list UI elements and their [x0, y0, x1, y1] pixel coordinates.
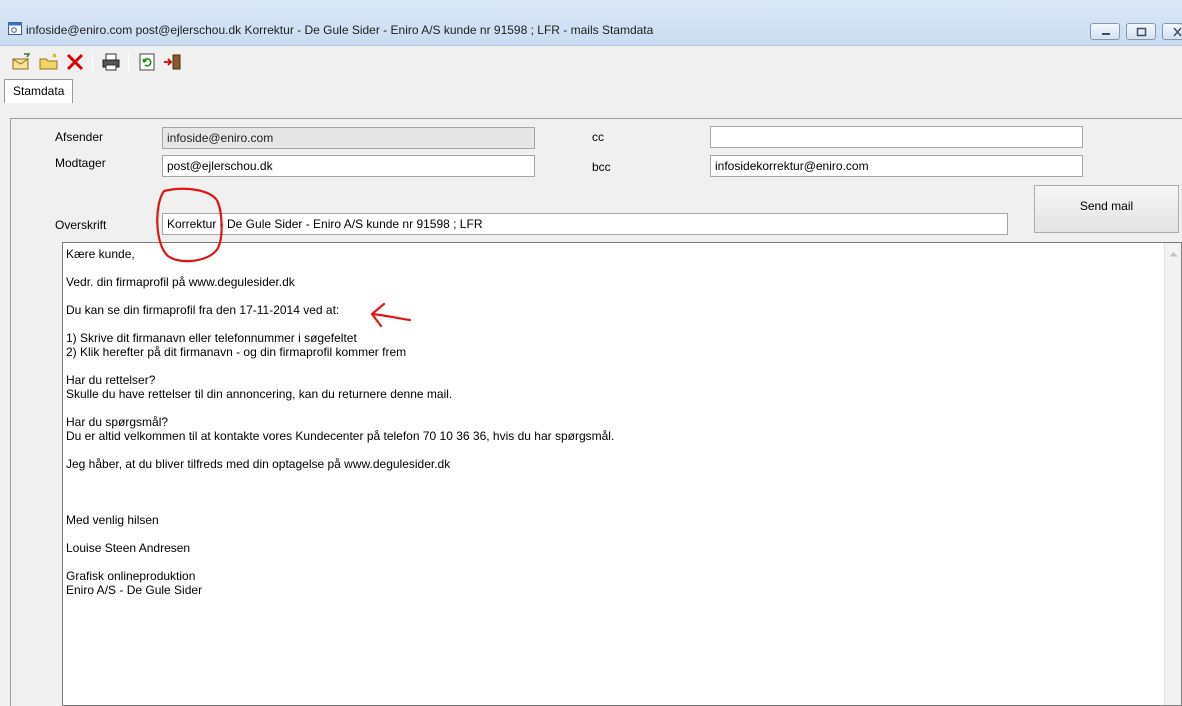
body-line: Skulle du have rettelser til din annonce…	[66, 387, 453, 401]
window-title: infoside@eniro.com post@ejlerschou.dk Ko…	[26, 23, 654, 37]
print-icon[interactable]	[100, 51, 122, 73]
refresh-icon[interactable]	[136, 51, 158, 73]
maximize-button[interactable]	[1126, 23, 1156, 40]
body-line	[66, 289, 614, 303]
vertical-scrollbar[interactable]	[1164, 243, 1181, 705]
afsender-label: Afsender	[55, 130, 104, 144]
mail-body-textarea[interactable]: Kære kunde, Vedr. din firmaprofil på www.…	[62, 242, 1182, 706]
close-icon	[1173, 27, 1182, 37]
body-line	[66, 471, 614, 485]
toolbar-separator	[92, 53, 93, 71]
bcc-field[interactable]: infosidekorrektur@eniro.com	[710, 155, 1083, 177]
close-button[interactable]	[1162, 23, 1182, 40]
body-line: Grafisk onlineproduktion	[66, 569, 196, 583]
body-line: 1) Skrive dit firmanavn eller telefonnum…	[66, 331, 357, 345]
body-line	[66, 527, 614, 541]
new-mail-icon[interactable]	[10, 51, 32, 73]
body-line: Du kan se din firmaprofil fra den 17-11-…	[66, 303, 340, 317]
body-line: Med venlig hilsen	[66, 513, 159, 527]
body-line: 2) Klik herefter på dit firmanavn - og d…	[66, 345, 407, 359]
scroll-up-arrow-icon[interactable]	[1169, 251, 1178, 257]
body-line: Jeg håber, at du bliver tilfreds med din…	[66, 457, 451, 471]
minimize-icon	[1102, 33, 1110, 35]
body-line: Har du spørgsmål?	[66, 415, 169, 429]
body-line: Louise Steen Andresen	[66, 541, 191, 555]
body-line	[66, 555, 614, 569]
cc-field[interactable]	[710, 126, 1083, 148]
delete-x-icon[interactable]	[64, 51, 86, 73]
body-line	[66, 443, 614, 457]
body-line	[66, 359, 614, 373]
body-line: Eniro A/S - De Gule Sider	[66, 583, 203, 597]
body-line	[66, 499, 614, 513]
send-mail-button[interactable]: Send mail	[1034, 185, 1179, 233]
tab-label: Stamdata	[13, 84, 65, 98]
maximize-icon	[1136, 27, 1147, 37]
overskrift-label: Overskrift	[55, 218, 107, 232]
mail-body-text: Kære kunde, Vedr. din firmaprofil på www.…	[66, 247, 614, 597]
minimize-button[interactable]	[1090, 23, 1120, 40]
bcc-label: bcc	[592, 160, 611, 174]
overskrift-field[interactable]: Korrektur - De Gule Sider - Eniro A/S ku…	[162, 213, 1008, 235]
body-line: Vedr. din firmaprofil på www.degulesider…	[66, 275, 295, 289]
body-line	[66, 261, 614, 275]
body-line: Du er altid velkommen til at kontakte vo…	[66, 429, 615, 443]
body-line	[66, 485, 614, 499]
title-bar: infoside@eniro.com post@ejlerschou.dk Ko…	[0, 0, 1182, 46]
body-line	[66, 401, 614, 415]
cc-label: cc	[592, 130, 604, 144]
body-line	[66, 317, 614, 331]
afsender-field[interactable]: infoside@eniro.com	[162, 127, 535, 149]
modtager-label: Modtager	[55, 156, 106, 170]
tab-stamdata[interactable]: Stamdata	[4, 79, 74, 103]
body-line: Kære kunde,	[66, 247, 135, 261]
open-folder-icon[interactable]	[38, 51, 60, 73]
app-window-icon	[8, 22, 22, 35]
toolbar-separator	[128, 53, 129, 71]
modtager-field[interactable]: post@ejlerschou.dk	[162, 155, 535, 177]
exit-icon[interactable]	[162, 51, 184, 73]
body-line: Har du rettelser?	[66, 373, 156, 387]
toolbar	[0, 47, 1182, 77]
